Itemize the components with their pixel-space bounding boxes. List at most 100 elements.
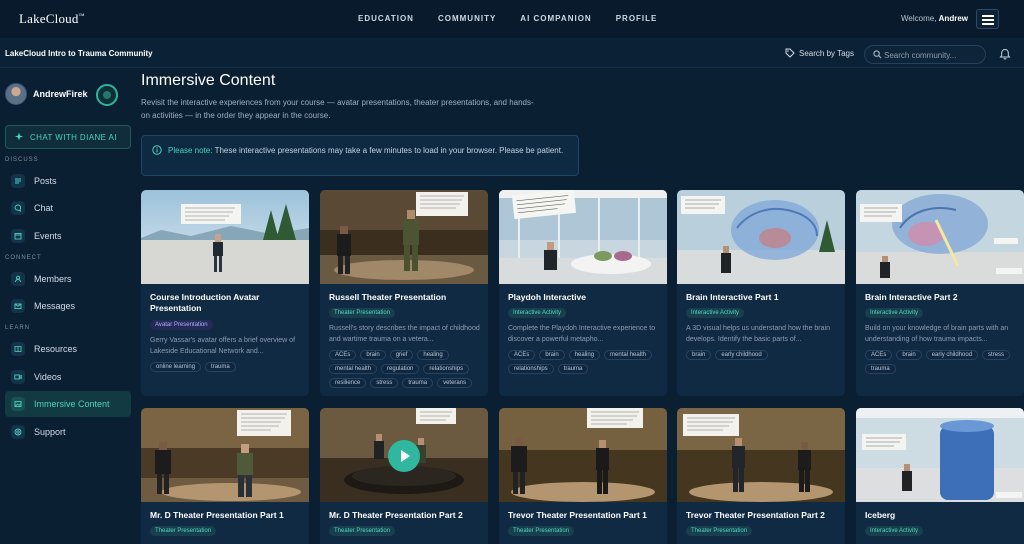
page-description: Revisit the interactive experiences from…: [141, 98, 534, 120]
tag[interactable]: brain: [539, 350, 565, 360]
content-card-trevor-2[interactable]: Trevor Theater Presentation Part 2 Theat…: [677, 408, 845, 544]
card-title[interactable]: Brain Interactive Part 1: [686, 292, 840, 303]
tag[interactable]: veterans: [437, 378, 473, 388]
hamburger-line: [982, 19, 994, 21]
content-card-mr-d-1[interactable]: Mr. D Theater Presentation Part 1 Theate…: [141, 408, 309, 544]
tag[interactable]: grief: [389, 350, 414, 360]
card-title[interactable]: Playdoh Interactive: [508, 292, 662, 303]
sidebar-item-label: Videos: [34, 372, 62, 382]
tag-list: online learning trauma: [150, 362, 305, 372]
card-title[interactable]: Mr. D Theater Presentation Part 2: [329, 510, 483, 521]
content-card-course-intro[interactable]: Course Introduction Avatar Presentation …: [141, 190, 309, 396]
tag[interactable]: stress: [370, 378, 399, 388]
tag[interactable]: trauma: [557, 364, 589, 374]
tag-list: brain early childhood: [686, 350, 841, 360]
type-badge: Avatar Presentation: [150, 320, 213, 330]
card-thumbnail[interactable]: [677, 408, 845, 502]
tag[interactable]: trauma: [205, 362, 236, 372]
tag[interactable]: early childhood: [715, 350, 768, 360]
hamburger-menu-button[interactable]: [976, 9, 999, 29]
posts-icon: [11, 174, 25, 188]
nav-community[interactable]: COMMUNITY: [438, 14, 496, 23]
card-title[interactable]: Brain Interactive Part 2: [865, 292, 1019, 303]
card-thumbnail[interactable]: [141, 190, 309, 284]
search-by-tags-button[interactable]: Search by Tags: [785, 48, 854, 58]
tag-list: ACEs brain grief healing mental health r…: [329, 350, 484, 388]
content-card-iceberg[interactable]: Iceberg Interactive Activity: [856, 408, 1024, 544]
logo-text: LakeCloud: [19, 11, 79, 26]
nav-education[interactable]: EDUCATION: [358, 14, 414, 23]
tag[interactable]: ACEs: [865, 350, 893, 360]
nav-profile[interactable]: PROFILE: [616, 14, 658, 23]
tag[interactable]: healing: [417, 350, 449, 360]
card-thumbnail[interactable]: [856, 408, 1024, 502]
card-thumbnail[interactable]: [499, 408, 667, 502]
sidebar-item-label: Events: [34, 231, 62, 241]
tag[interactable]: mental health: [329, 364, 378, 374]
tag[interactable]: brain: [896, 350, 922, 360]
tag[interactable]: brain: [686, 350, 712, 360]
chat-bubble-icon: [11, 201, 25, 215]
tag[interactable]: trauma: [402, 378, 434, 388]
card-title[interactable]: Iceberg: [865, 510, 1019, 521]
card-thumbnail[interactable]: [320, 190, 488, 284]
search-by-tags-label: Search by Tags: [799, 48, 854, 58]
card-thumbnail[interactable]: [141, 408, 309, 502]
sidebar-item-label: Support: [34, 427, 66, 437]
tag-list: ACEs brain healing mental health relatio…: [508, 350, 663, 374]
avatar[interactable]: [5, 83, 27, 105]
notice-body: These interactive presentations may take…: [214, 146, 564, 155]
chat-with-diane-button[interactable]: CHAT WITH DIANE AI: [5, 125, 131, 149]
tag-icon: [785, 48, 795, 58]
content-card-mr-d-2[interactable]: Mr. D Theater Presentation Part 2 Theate…: [320, 408, 488, 544]
tag[interactable]: resilience: [329, 378, 367, 388]
sidebar-item-label: Posts: [34, 176, 57, 186]
tag[interactable]: ACEs: [508, 350, 536, 360]
card-title[interactable]: Trevor Theater Presentation Part 1: [508, 510, 662, 521]
card-title[interactable]: Trevor Theater Presentation Part 2: [686, 510, 840, 521]
content-card-playdoh[interactable]: Playdoh Interactive Interactive Activity…: [499, 190, 667, 396]
ai-companion-icon[interactable]: [96, 84, 118, 106]
card-thumbnail[interactable]: [677, 190, 845, 284]
sidebar-item-posts[interactable]: Posts: [5, 168, 131, 194]
card-thumbnail[interactable]: [499, 190, 667, 284]
sidebar-item-messages[interactable]: Messages: [5, 293, 131, 319]
tag[interactable]: mental health: [604, 350, 653, 360]
nav-ai-companion[interactable]: AI COMPANION: [520, 14, 591, 23]
card-title[interactable]: Mr. D Theater Presentation Part 1: [150, 510, 304, 521]
sidebar-item-chat[interactable]: Chat: [5, 195, 131, 221]
community-title[interactable]: LakeCloud Intro to Trauma Community: [5, 49, 153, 58]
tag[interactable]: relationships: [423, 364, 470, 374]
sidebar-item-resources[interactable]: Resources: [5, 336, 131, 362]
sidebar-item-videos[interactable]: Videos: [5, 364, 131, 390]
tag[interactable]: relationships: [508, 364, 554, 374]
tag[interactable]: healing: [568, 350, 601, 360]
tag[interactable]: brain: [360, 350, 386, 360]
content-card-brain-1[interactable]: Brain Interactive Part 1 Interactive Act…: [677, 190, 845, 396]
content-card-trevor-1[interactable]: Trevor Theater Presentation Part 1 Theat…: [499, 408, 667, 544]
card-thumbnail[interactable]: [320, 408, 488, 502]
play-button[interactable]: [388, 440, 420, 472]
card-title[interactable]: Russell Theater Presentation: [329, 292, 483, 303]
tag[interactable]: ACEs: [329, 350, 357, 360]
bell-icon[interactable]: [999, 48, 1011, 60]
search-input[interactable]: [884, 49, 982, 61]
tag[interactable]: regulation: [381, 364, 420, 374]
tag[interactable]: early childhood: [925, 350, 979, 360]
card-thumbnail[interactable]: [856, 190, 1024, 284]
type-badge: Theater Presentation: [686, 526, 753, 536]
tag[interactable]: trauma: [865, 364, 896, 374]
lakecloud-logo[interactable]: LakeCloud™: [19, 11, 85, 27]
username[interactable]: AndrewFirek: [33, 89, 88, 99]
tag[interactable]: stress: [982, 350, 1011, 360]
sidebar-item-members[interactable]: Members: [5, 266, 131, 292]
content-card-russell[interactable]: Russell Theater Presentation Theater Pre…: [320, 190, 488, 396]
tag[interactable]: online learning: [150, 362, 202, 372]
card-title[interactable]: Course Introduction Avatar Presentation: [150, 292, 304, 314]
sidebar-item-support[interactable]: Support: [5, 419, 131, 445]
sidebar-item-events[interactable]: Events: [5, 223, 131, 249]
content-card-brain-2[interactable]: Brain Interactive Part 2 Interactive Act…: [856, 190, 1024, 396]
welcome-prefix: Welcome,: [901, 14, 937, 23]
sidebar-item-immersive-content[interactable]: Immersive Content: [5, 391, 131, 417]
book-icon: [11, 342, 25, 356]
